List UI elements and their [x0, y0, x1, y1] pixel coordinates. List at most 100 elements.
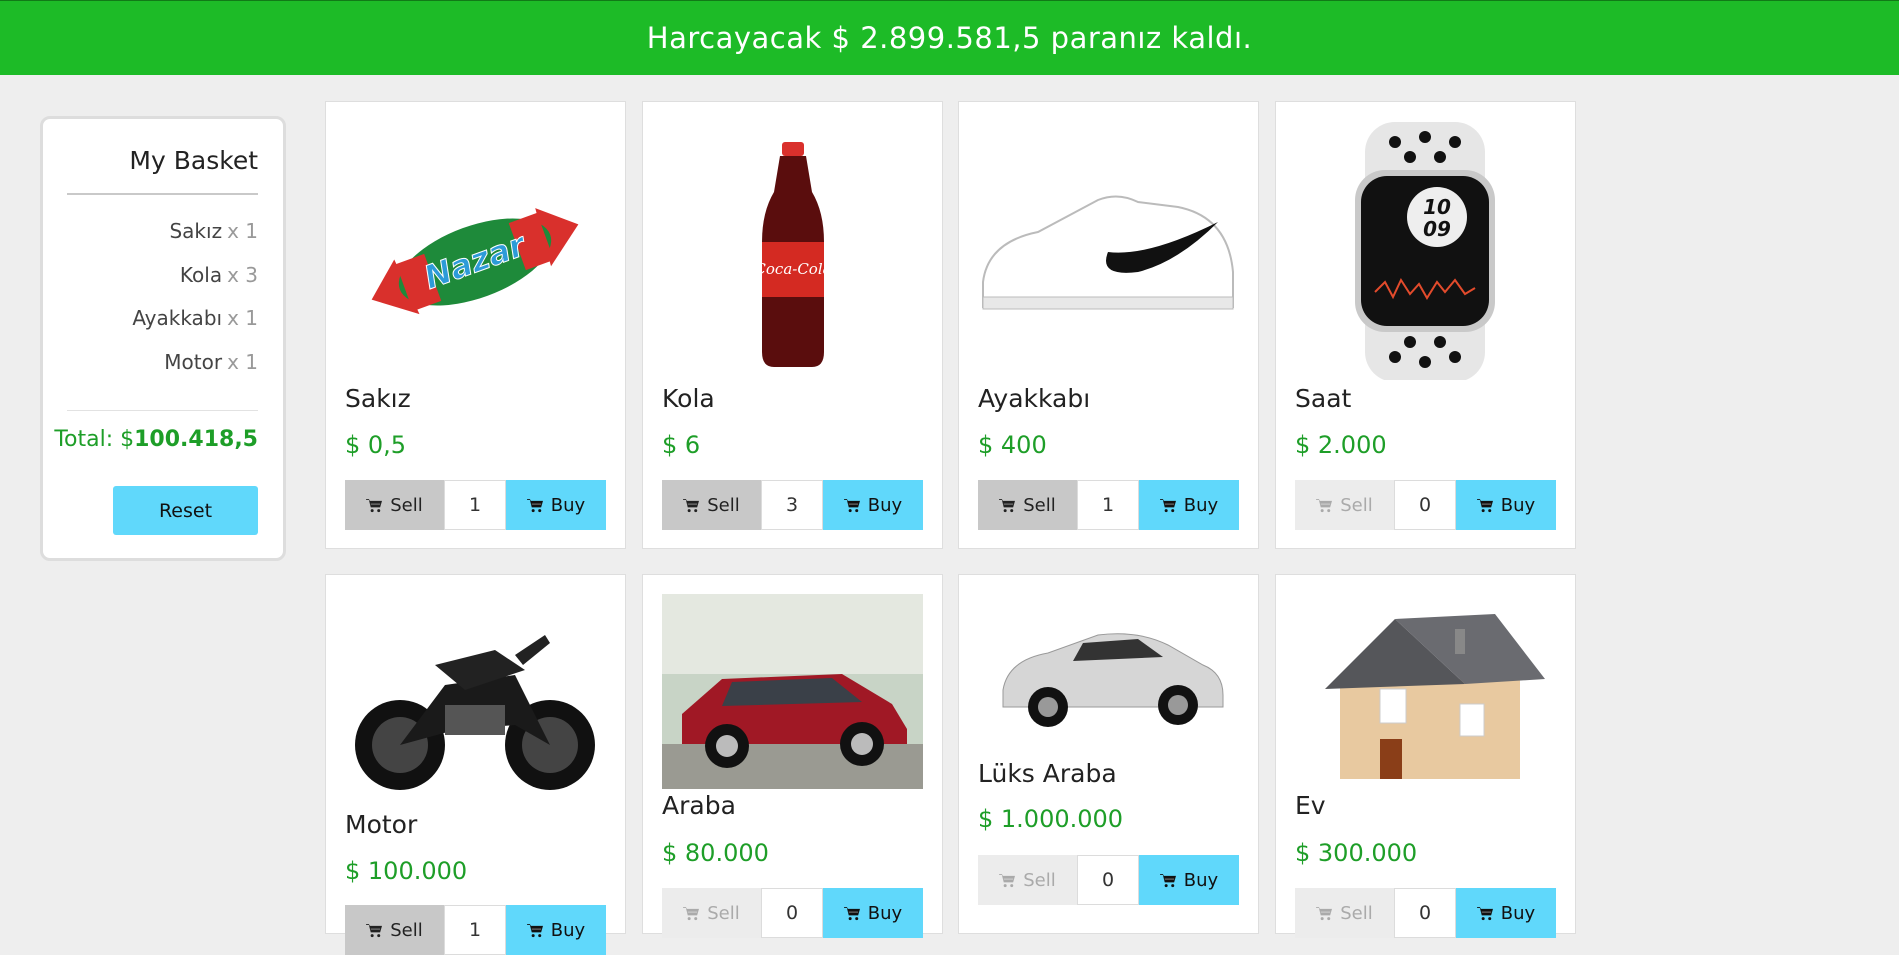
watch-hour-text: 10: [1423, 195, 1451, 219]
product-controls: Sell Buy: [978, 855, 1239, 905]
buy-button[interactable]: Buy: [1456, 888, 1556, 938]
buy-button[interactable]: Buy: [1139, 855, 1239, 905]
product-image: 10 09: [1295, 122, 1556, 380]
cart-icon: [366, 498, 383, 513]
basket-item: Kola x 3: [132, 263, 258, 307]
buy-button[interactable]: Buy: [1456, 480, 1556, 530]
product-name: Araba: [662, 791, 736, 820]
remaining-money-banner: Harcayacak $ 2.899.581,5 paranız kaldı.: [0, 0, 1899, 75]
product-name: Kola: [662, 384, 715, 413]
quantity-input[interactable]: [444, 480, 506, 530]
quantity-input[interactable]: [761, 888, 823, 938]
product-controls: Sell Buy: [345, 905, 606, 955]
product-price: $ 400: [978, 431, 1047, 459]
buy-label: Buy: [867, 902, 903, 924]
car-image: [662, 594, 923, 789]
quantity-input[interactable]: [1394, 480, 1456, 530]
basket-list: Sakız x 1 Kola x 3 Ayakkabı x 1 Motor x 1: [132, 219, 258, 393]
cart-icon: [1477, 906, 1494, 921]
sell-label: Sell: [1023, 869, 1056, 891]
product-controls: Sell Buy: [1295, 888, 1556, 938]
product-image: [345, 595, 606, 807]
sell-label: Sell: [390, 494, 423, 516]
divider: [67, 193, 258, 195]
buy-button[interactable]: Buy: [823, 480, 923, 530]
buy-label: Buy: [550, 494, 586, 516]
basket-item-name: Sakız: [169, 219, 223, 243]
buy-button[interactable]: Buy: [1139, 480, 1239, 530]
buy-button[interactable]: Buy: [506, 480, 606, 530]
cart-icon: [527, 498, 544, 513]
sell-label: Sell: [1023, 494, 1056, 516]
sell-button[interactable]: Sell: [1295, 480, 1394, 530]
cart-icon: [1477, 498, 1494, 513]
cart-icon: [999, 498, 1016, 513]
banner-text: Harcayacak $ 2.899.581,5 paranız kaldı.: [646, 21, 1253, 55]
buy-button[interactable]: Buy: [823, 888, 923, 938]
product-name: Ayakkabı: [978, 384, 1091, 413]
sell-button[interactable]: Sell: [345, 905, 444, 955]
cart-icon: [1316, 498, 1333, 513]
product-controls: Sell Buy: [978, 480, 1239, 530]
sell-button[interactable]: Sell: [1295, 888, 1394, 938]
buy-label: Buy: [1183, 869, 1219, 891]
basket-item-name: Motor: [164, 349, 223, 374]
basket-total: Total: $100.418,5: [54, 427, 258, 452]
product-card: Motor $ 100.000 Sell Buy: [325, 574, 626, 955]
cart-icon: [844, 498, 861, 513]
sell-button[interactable]: Sell: [662, 480, 761, 530]
product-card: Lüks Araba $ 1.000.000 Sell Buy: [958, 574, 1259, 934]
divider: [67, 410, 258, 411]
quantity-input[interactable]: [1394, 888, 1456, 938]
product-price: $ 2.000: [1295, 431, 1387, 459]
product-controls: Sell Buy: [345, 480, 606, 530]
motorcycle-image: [355, 635, 595, 790]
sell-label: Sell: [1340, 902, 1373, 924]
product-image: Coca-Cola: [662, 122, 923, 380]
cart-icon: [1160, 873, 1177, 888]
product-controls: Sell Buy: [1295, 480, 1556, 530]
buy-label: Buy: [867, 494, 903, 516]
watch-image: 10 09: [1355, 122, 1495, 380]
buy-button[interactable]: Buy: [506, 905, 606, 955]
basket-item-qty: x 1: [227, 349, 258, 374]
product-name: Sakız: [345, 384, 411, 413]
product-price: $ 6: [662, 431, 701, 459]
house-image: [1325, 614, 1545, 779]
product-image: [978, 122, 1239, 380]
quantity-input[interactable]: [1077, 855, 1139, 905]
product-name: Ev: [1295, 791, 1326, 820]
sell-button[interactable]: Sell: [345, 480, 444, 530]
quantity-input[interactable]: [444, 905, 506, 955]
product-controls: Sell Buy: [662, 888, 923, 938]
sell-label: Sell: [707, 494, 740, 516]
product-name: Saat: [1295, 384, 1352, 413]
product-controls: Sell Buy: [662, 480, 923, 530]
basket-item: Sakız x 1: [132, 219, 258, 263]
cart-icon: [1316, 906, 1333, 921]
product-name: Lüks Araba: [978, 759, 1117, 788]
shoe-image: [982, 195, 1234, 310]
cart-icon: [366, 923, 383, 938]
sell-button[interactable]: Sell: [978, 855, 1077, 905]
quantity-input[interactable]: [761, 480, 823, 530]
cart-icon: [683, 498, 700, 513]
product-price: $ 80.000: [662, 839, 769, 867]
total-amount: 100.418,5: [134, 427, 258, 452]
candy-image: Nazar: [371, 208, 579, 315]
cart-icon: [683, 906, 700, 921]
cart-icon: [999, 873, 1016, 888]
sell-label: Sell: [1340, 494, 1373, 516]
product-image: [978, 595, 1239, 757]
cart-icon: [844, 906, 861, 921]
reset-button[interactable]: Reset: [113, 486, 258, 535]
product-card: 10 09 Saat $ 2.000 Sell Buy: [1275, 101, 1576, 549]
quantity-input[interactable]: [1077, 480, 1139, 530]
basket-panel: My Basket Sakız x 1 Kola x 3 Ayakkabı x 1 M…: [40, 116, 286, 561]
basket-item-name: Ayakkabı: [132, 306, 223, 330]
product-card: Coca-Cola Kola $ 6 Sell Buy: [642, 101, 943, 549]
product-name: Motor: [345, 810, 418, 839]
sell-button[interactable]: Sell: [662, 888, 761, 938]
sell-button[interactable]: Sell: [978, 480, 1077, 530]
watch-minute-text: 09: [1423, 217, 1451, 241]
